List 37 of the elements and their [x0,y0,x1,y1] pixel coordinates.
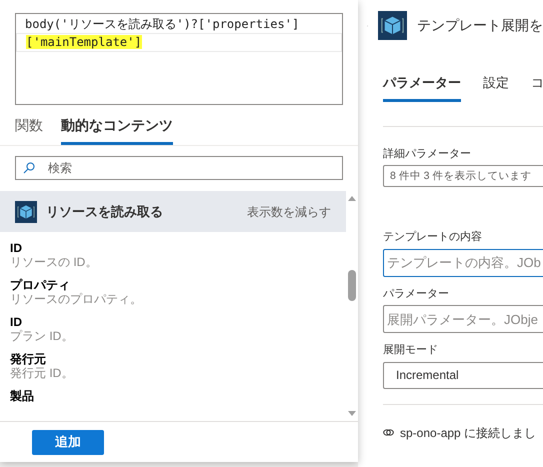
item-description: リソースの ID。 [10,255,98,269]
tab[interactable]: 設定 [483,73,509,102]
field-label: テンプレートの内容 [383,230,483,245]
item-description: 発行元 ID。 [10,366,74,380]
link-icon [383,428,394,437]
scrollbar-thumb[interactable] [348,270,356,301]
search-icon [23,162,35,174]
field-label: パラメーター [383,286,450,302]
item-name: ID [10,315,23,329]
tab[interactable]: コ [531,73,543,102]
tab[interactable]: 動的なコンテンツ [61,115,173,145]
expression-editor[interactable]: body('リソースを読み取る')?['properties'] ['mainTemplate'] [15,13,343,105]
tab[interactable]: 関数 [15,115,43,145]
scroll-down-icon [348,411,356,416]
item-description: リソースのプロパティ。 [10,292,143,306]
add-button[interactable]: 追加 [32,430,104,454]
show-less-link[interactable]: 表示数を減らす [247,202,331,220]
action-title: テンプレート展開を [417,16,543,35]
item-name: ID [10,241,23,255]
item-name: プロパティ [10,278,71,292]
field-label: 詳細パラメーター [383,146,472,162]
select-field[interactable]: Incremental [383,362,543,388]
text-field[interactable]: テンプレートの内容。JOb [383,248,543,276]
item-name: 発行元 [10,352,47,366]
search-field[interactable]: 検索 [15,156,343,180]
item-description: プラン ID。 [10,329,74,343]
section-title: リソースを読み取る [46,202,164,221]
item-name: 製品 [10,389,35,403]
connection-status: sp-ono-app に接続しまし [400,424,536,442]
scroll-up-icon [348,196,356,201]
field-label: 展開モード [383,343,439,358]
cube-icon [15,200,37,222]
code-line: body('リソースを読み取る')?['properties'] [25,17,300,31]
tab[interactable]: パラメーター [383,73,461,102]
dropdown-field[interactable]: 8 件中 3 件を表示しています [383,165,543,187]
text-field[interactable]: 展開パラメーター。JObje [383,305,543,333]
cube-icon [378,11,407,40]
